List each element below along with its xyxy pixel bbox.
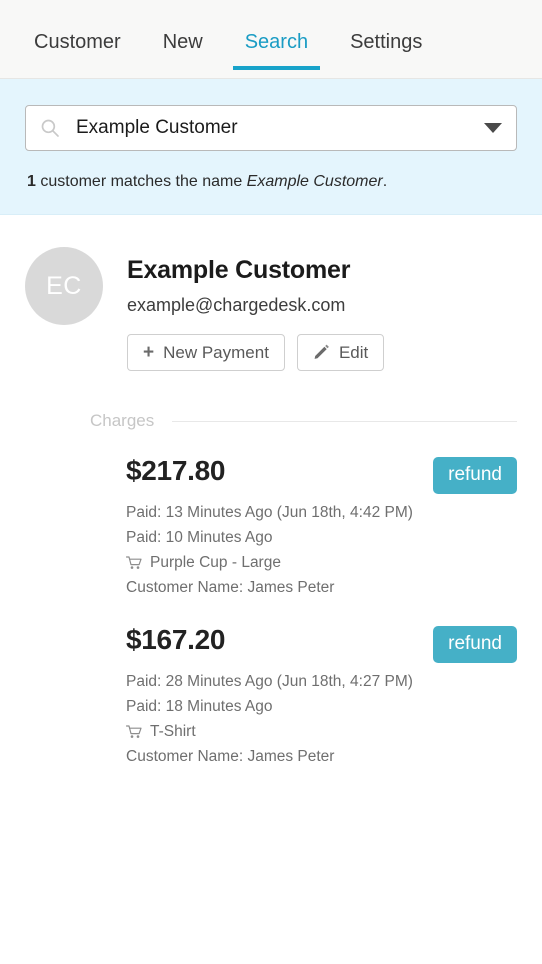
refund-button[interactable]: refund bbox=[433, 457, 517, 494]
charge-row[interactable]: $167.20 refund Paid: 28 Minutes Ago (Jun… bbox=[0, 623, 542, 769]
charge-product: T-Shirt bbox=[150, 723, 196, 740]
search-result-summary: 1 customer matches the name Example Cust… bbox=[25, 172, 517, 192]
charge-header: $167.20 refund bbox=[126, 623, 517, 663]
customer-email: example@chargedesk.com bbox=[127, 295, 346, 315]
charges-divider bbox=[172, 420, 517, 422]
avatar: EC bbox=[25, 247, 103, 325]
tab-settings[interactable]: Settings bbox=[350, 30, 422, 70]
avatar-initials: EC bbox=[46, 271, 82, 300]
refund-button[interactable]: refund bbox=[433, 626, 517, 663]
search-panel: Example Customer 1 customer matches the … bbox=[0, 79, 542, 215]
search-result-text-before: customer matches the name bbox=[35, 173, 247, 190]
charge-amount: $167.20 bbox=[126, 624, 226, 655]
charge-header: $217.80 refund bbox=[126, 454, 517, 494]
charge-details: Paid: 13 Minutes Ago (Jun 18th, 4:42 PM)… bbox=[126, 500, 517, 600]
charge-details: Paid: 28 Minutes Ago (Jun 18th, 4:27 PM)… bbox=[126, 669, 517, 769]
charges-label: Charges bbox=[90, 411, 155, 430]
charge-product: Purple Cup - Large bbox=[150, 554, 281, 571]
charge-product-line: Purple Cup - Large bbox=[126, 550, 517, 575]
tab-settings-label: Settings bbox=[350, 31, 423, 53]
plus-icon: + bbox=[143, 342, 155, 363]
new-payment-label: New Payment bbox=[163, 342, 269, 362]
customer-name: Example Customer bbox=[127, 256, 351, 284]
edit-label: Edit bbox=[338, 342, 369, 362]
tab-customer[interactable]: Customer bbox=[34, 30, 121, 70]
tab-search[interactable]: Search bbox=[232, 30, 321, 70]
customer-actions: + New Payment Edit bbox=[127, 334, 517, 371]
tab-new[interactable]: New bbox=[163, 30, 203, 70]
cart-icon bbox=[126, 555, 142, 569]
charge-paid-relative: Paid: 10 Minutes Ago bbox=[126, 529, 273, 546]
customer-profile: EC Example Customer example@chargedesk.c… bbox=[0, 215, 542, 371]
charge-paid-full: Paid: 28 Minutes Ago (Jun 18th, 4:27 PM) bbox=[126, 673, 413, 690]
search-result-count: 1 bbox=[27, 173, 36, 190]
charge-amount: $217.80 bbox=[126, 455, 226, 486]
customer-details: Example Customer example@chargedesk.com … bbox=[103, 245, 517, 371]
charge-paid-relative: Paid: 18 Minutes Ago bbox=[126, 698, 273, 715]
charge-row[interactable]: $217.80 refund Paid: 13 Minutes Ago (Jun… bbox=[0, 454, 542, 600]
app-root: Customer New Search Settings Example Cus… bbox=[0, 0, 542, 964]
top-navigation: Customer New Search Settings bbox=[0, 0, 542, 79]
charge-product-line: T-Shirt bbox=[126, 719, 517, 744]
edit-button[interactable]: Edit bbox=[296, 334, 385, 371]
search-result-text-after: . bbox=[382, 173, 388, 190]
charges-section-header: Charges bbox=[90, 411, 517, 431]
search-icon bbox=[41, 119, 59, 137]
search-input[interactable]: Example Customer bbox=[25, 105, 517, 151]
cart-icon bbox=[126, 724, 142, 738]
charge-customer-name: Customer Name: James Peter bbox=[126, 579, 335, 596]
search-input-value[interactable]: Example Customer bbox=[76, 116, 474, 140]
pencil-icon bbox=[313, 344, 330, 361]
charge-customer-name: Customer Name: James Peter bbox=[126, 748, 335, 765]
search-result-query: Example Customer bbox=[246, 173, 383, 190]
new-payment-button[interactable]: + New Payment bbox=[127, 334, 285, 371]
charge-paid-full: Paid: 13 Minutes Ago (Jun 18th, 4:42 PM) bbox=[126, 504, 413, 521]
tab-search-label: Search bbox=[244, 31, 309, 53]
chevron-down-icon[interactable] bbox=[484, 123, 502, 133]
tab-new-label: New bbox=[162, 31, 203, 53]
tab-customer-label: Customer bbox=[34, 31, 121, 53]
